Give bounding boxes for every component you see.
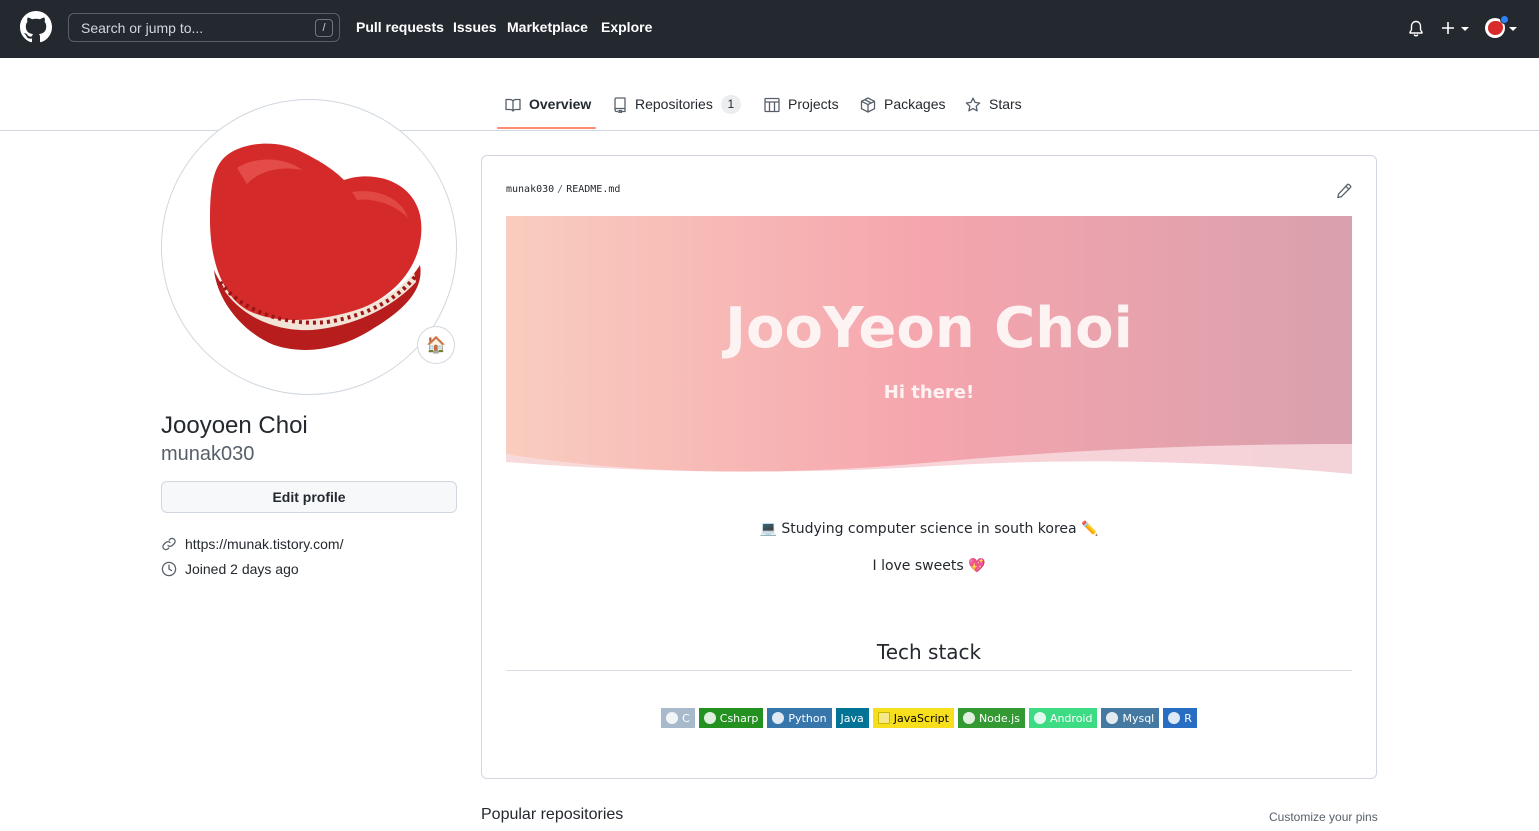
active-tab-underline (497, 127, 596, 129)
badge-mysql[interactable]: Mysql (1101, 708, 1160, 728)
book-icon (505, 98, 521, 112)
readme-header-banner: JooYeon Choi Hi there! (506, 216, 1352, 474)
create-dropdown-caret-icon[interactable] (1461, 27, 1469, 31)
javascript-logo-icon (877, 712, 890, 724)
csharp-logo-icon (703, 712, 716, 724)
badge-nodejs[interactable]: Node.js (957, 708, 1025, 728)
badge-r[interactable]: R (1163, 708, 1197, 728)
tab-projects[interactable]: Projects (764, 96, 839, 131)
tab-overview[interactable]: Overview (505, 96, 591, 131)
website-link[interactable]: https://munak.tistory.com/ (185, 536, 343, 552)
tab-overview-label: Overview (529, 96, 592, 112)
banner-title: JooYeon Choi (725, 296, 1133, 361)
repositories-count-badge: 1 (720, 95, 741, 114)
readme-intro-line: 💻 Studying computer science in south kor… (506, 521, 1352, 537)
computer-icon: 💻 (759, 521, 777, 537)
star-icon (965, 97, 981, 112)
c-logo-icon (666, 712, 679, 724)
android-logo-icon (1033, 712, 1046, 724)
tab-repositories-label: Repositories (635, 96, 713, 112)
search-shortcut-key: / (315, 19, 333, 37)
project-icon (764, 97, 780, 113)
badge-javascript[interactable]: JavaScript (872, 708, 954, 728)
tab-stars-label: Stars (989, 96, 1022, 112)
readme-owner-link[interactable]: munak030 (506, 184, 554, 195)
badge-python[interactable]: Python (767, 708, 832, 728)
tab-stars[interactable]: Stars (965, 96, 1022, 131)
notification-bell-icon[interactable] (1408, 20, 1424, 38)
nav-explore[interactable]: Explore (601, 19, 652, 35)
badge-csharp[interactable]: Csharp (698, 708, 764, 728)
nav-pull-requests[interactable]: Pull requests (356, 19, 444, 35)
repo-icon (614, 97, 626, 113)
edit-profile-button[interactable]: Edit profile (161, 481, 457, 513)
nav-issues[interactable]: Issues (453, 19, 497, 35)
clock-icon (161, 561, 177, 577)
link-icon (162, 537, 176, 551)
profile-website: https://munak.tistory.com/ (161, 536, 343, 552)
popular-repositories-heading: Popular repositories (481, 806, 624, 823)
tech-badge-list: C Csharp Python Java JavaScript Node.js … (506, 708, 1352, 728)
tab-packages-label: Packages (884, 96, 946, 112)
search-input[interactable]: Search or jump to... / (68, 13, 340, 42)
tab-repositories[interactable]: Repositories 1 (613, 95, 741, 131)
global-header: Search or jump to... / Pull requests Iss… (0, 0, 1539, 58)
profile-readme-card: munak030/README.md JooYeon Choi Hi there… (481, 155, 1377, 779)
tech-stack-divider (506, 670, 1352, 671)
joined-text: Joined 2 days ago (185, 561, 299, 577)
readme-path: munak030/README.md (506, 184, 621, 195)
status-dot-icon (1500, 15, 1509, 24)
badge-c[interactable]: C (661, 708, 695, 728)
badge-java[interactable]: Java (835, 708, 869, 728)
pencil-edit-icon[interactable] (1336, 183, 1352, 199)
nav-marketplace[interactable]: Marketplace (507, 19, 588, 35)
plus-icon[interactable] (1441, 21, 1455, 35)
sweets-text: I love sweets (872, 558, 964, 574)
profile-full-name: Jooyoen Choi (161, 412, 308, 439)
search-placeholder: Search or jump to... (81, 20, 204, 36)
pencil-emoji-icon: ✏️ (1081, 521, 1099, 537)
profile-username: munak030 (161, 443, 255, 465)
r-logo-icon (1168, 712, 1181, 724)
profile-joined: Joined 2 days ago (161, 561, 299, 577)
package-icon (860, 97, 876, 113)
github-logo-icon[interactable] (20, 11, 52, 43)
python-logo-icon (772, 712, 785, 724)
badge-android[interactable]: Android (1028, 708, 1098, 728)
heart-icon: 💖 (968, 558, 986, 574)
tech-stack-heading: Tech stack (876, 640, 982, 664)
banner-subtitle: Hi there! (883, 382, 975, 403)
set-status-button[interactable]: 🏠 (417, 326, 455, 364)
mysql-logo-icon (1106, 712, 1119, 724)
profile-avatar[interactable] (161, 99, 457, 395)
user-dropdown-caret-icon[interactable] (1509, 27, 1517, 31)
tab-projects-label: Projects (788, 96, 839, 112)
readme-file-link[interactable]: README.md (566, 184, 620, 195)
tab-packages[interactable]: Packages (860, 96, 945, 131)
macaron-heart-image (210, 143, 422, 350)
intro-text: Studying computer science in south korea (781, 521, 1077, 537)
house-icon: 🏠 (426, 337, 446, 354)
nodejs-logo-icon (962, 712, 975, 724)
customize-pins-link[interactable]: Customize your pins (1269, 810, 1378, 824)
readme-sweets-line: I love sweets 💖 (506, 558, 1352, 574)
